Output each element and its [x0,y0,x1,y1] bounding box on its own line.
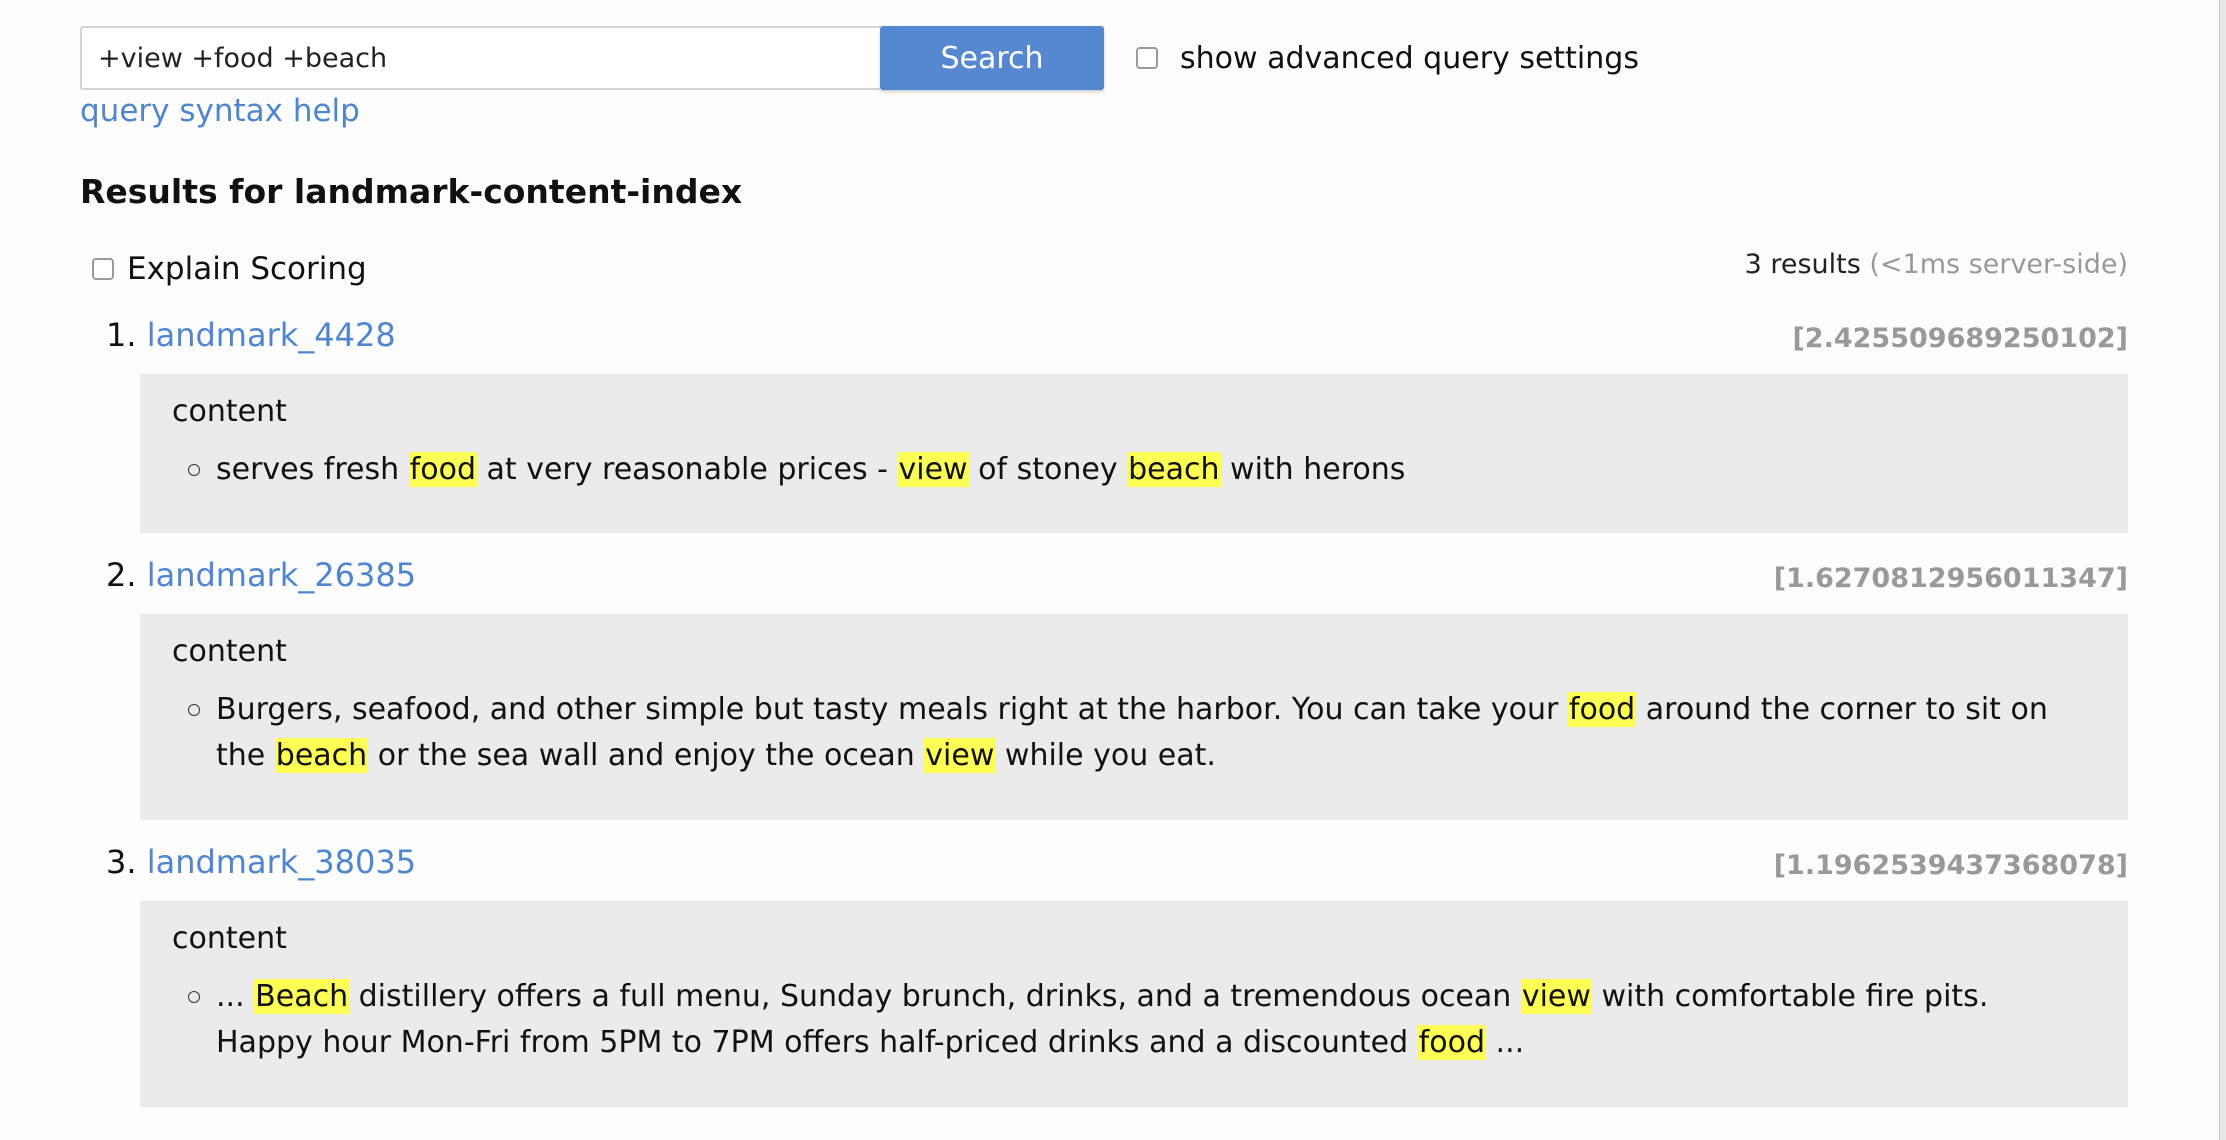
snippet: Burgers, seafood, and other simple but t… [172,687,2096,779]
vertical-scrollbar[interactable] [2219,0,2226,1140]
field-name: content [172,921,287,956]
result-doc-link[interactable]: landmark_4428 [147,316,396,354]
explain-scoring-toggle[interactable]: Explain Scoring [92,251,367,287]
snippet-fragment: at very reasonable prices - [477,452,898,487]
circle-bullet-icon [188,704,200,716]
snippet-fragment: or the sea wall and enjoy the ocean [368,738,925,773]
snippet-fragment: ... [1486,1025,1525,1060]
result-title: 1. landmark_4428 [106,316,396,354]
snippet-fragment: serves fresh [216,452,409,487]
result-score: [2.425509689250102] [1792,323,2128,354]
highlighted-term: view [924,738,996,773]
snippet-fragment: of stoney [968,452,1128,487]
result-content-box: content ... Beach distillery offers a fu… [140,901,2128,1107]
explain-scoring-checkbox[interactable] [92,258,114,280]
highlighted-term: view [1520,979,1592,1014]
snippet-fragment: with herons [1220,452,1406,487]
circle-bullet-icon [188,464,200,476]
advanced-settings-label[interactable]: show advanced query settings [1180,41,1639,76]
snippet-text: serves fresh food at very reasonable pri… [216,447,2096,493]
result-title: 3. landmark_38035 [106,843,416,881]
results-heading: Results for landmark-content-index [80,172,743,211]
explain-scoring-label[interactable]: Explain Scoring [127,251,367,287]
snippet-fragment: Burgers, seafood, and other simple but t… [216,692,1568,727]
highlighted-term: food [1417,1025,1486,1060]
results-count-text: 3 results [1744,249,1861,280]
snippet-text: ... Beach distillery offers a full menu,… [216,974,2096,1066]
server-timing: (<1ms server-side) [1869,249,2128,280]
snippet-fragment: while you eat. [995,738,1216,773]
highlighted-term: food [1567,692,1637,727]
advanced-settings-toggle[interactable]: show advanced query settings [1136,41,1639,76]
result-title: 2. landmark_26385 [106,556,416,594]
highlighted-term: beach [274,738,369,773]
highlighted-term: Beach [254,979,350,1014]
snippet: serves fresh food at very reasonable pri… [172,447,2096,493]
circle-bullet-icon [188,991,200,1003]
snippet: ... Beach distillery offers a full menu,… [172,974,2096,1066]
result-doc-link[interactable]: landmark_38035 [147,843,416,881]
snippet-fragment: distillery offers a full menu, Sunday br… [349,979,1521,1014]
advanced-settings-checkbox[interactable] [1136,47,1158,69]
result-score: [1.6270812956011347] [1773,563,2128,594]
snippet-fragment: ... [216,979,255,1014]
result-rank: 3. [106,843,137,881]
highlighted-term: food [408,452,477,487]
search-input[interactable] [80,26,880,90]
search-bar: Search show advanced query settings [80,26,1639,90]
result-rank: 1. [106,316,137,354]
results-count: 3 results (<1ms server-side) [1745,249,2128,280]
result-score: [1.1962539437368078] [1773,850,2128,881]
result-content-box: content serves fresh food at very reason… [140,374,2128,533]
field-name: content [172,634,287,669]
query-syntax-help-link[interactable]: query syntax help [80,93,360,129]
highlighted-term: view [897,452,969,487]
snippet-text: Burgers, seafood, and other simple but t… [216,687,2096,779]
result-doc-link[interactable]: landmark_26385 [147,556,416,594]
search-button[interactable]: Search [880,26,1104,90]
field-name: content [172,394,287,429]
result-content-box: content Burgers, seafood, and other simp… [140,614,2128,820]
highlighted-term: beach [1127,452,1221,487]
result-rank: 2. [106,556,137,594]
